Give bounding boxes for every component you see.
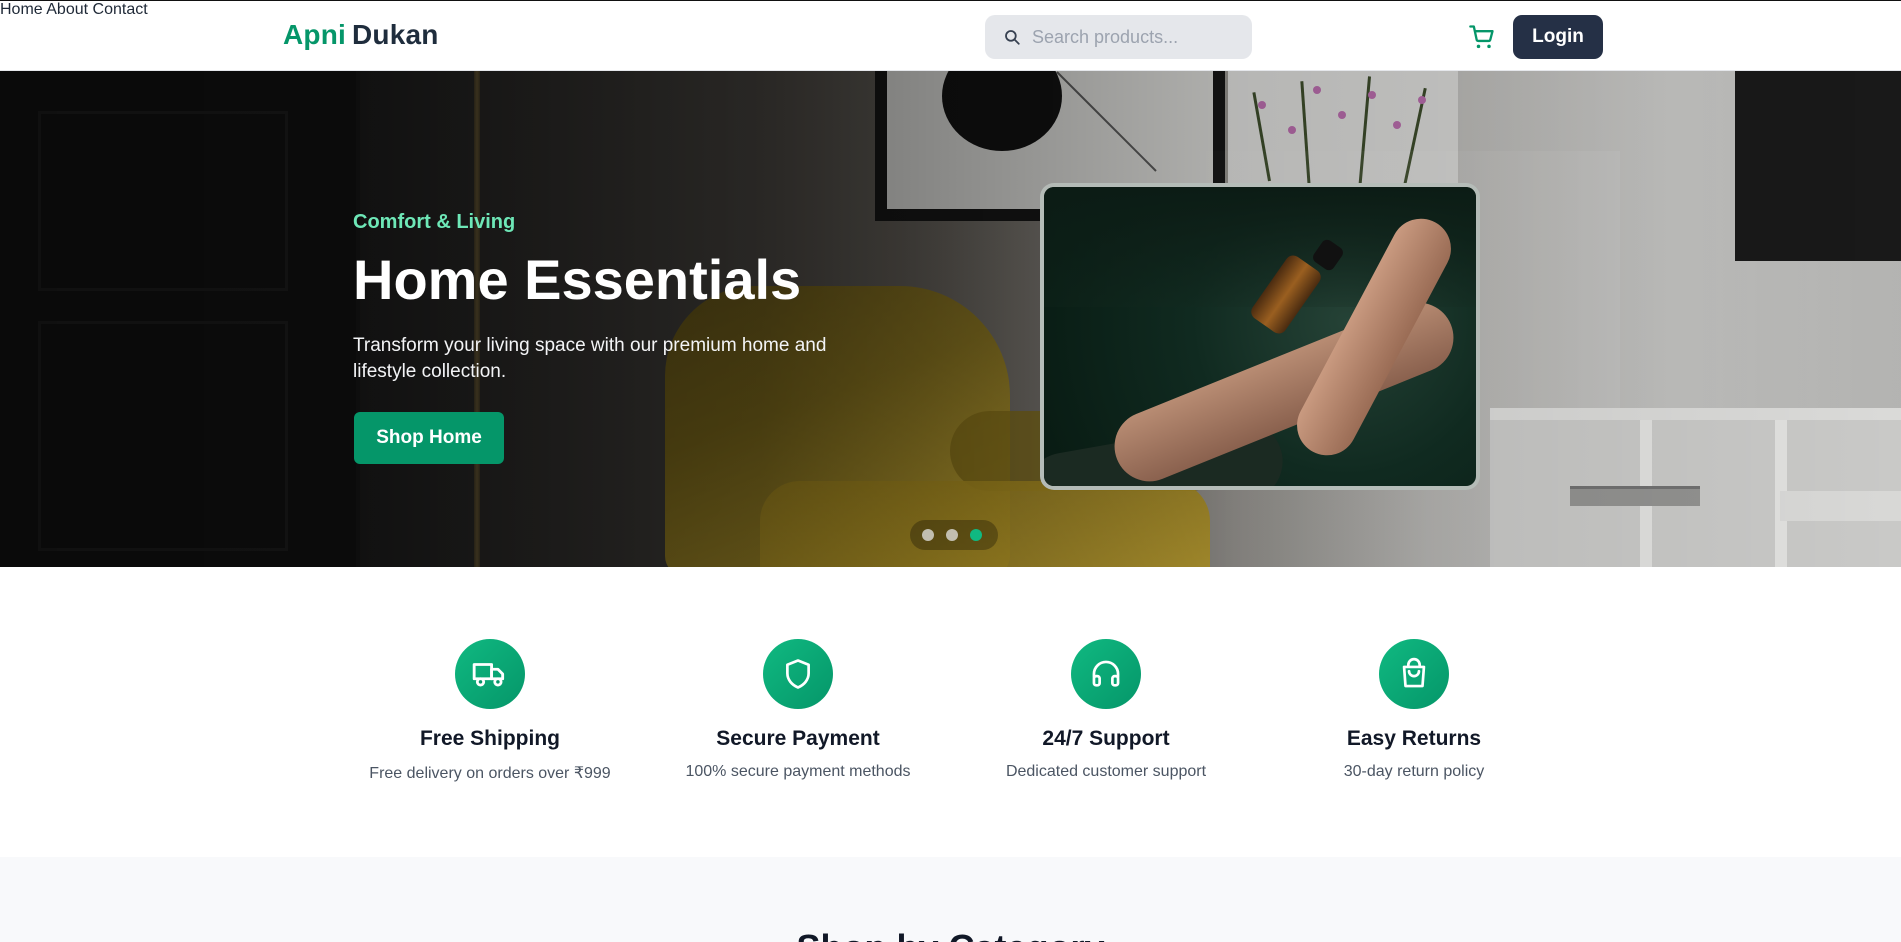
cart-icon <box>1469 25 1494 49</box>
login-button[interactable]: Login <box>1513 15 1603 59</box>
feature-title: Free Shipping <box>419 727 560 750</box>
feature-icon-circle <box>763 639 833 709</box>
feature-easy-returns: Easy Returns 30-day return policy <box>1284 639 1544 781</box>
search-icon <box>1005 30 1020 45</box>
nav-home[interactable]: Home <box>0 1 43 18</box>
shop-home-button[interactable]: Shop Home <box>354 412 504 464</box>
feature-title: 24/7 Support <box>1042 727 1170 750</box>
feature-description: Free delivery on orders over ₹999 <box>369 765 611 782</box>
feature-description: Dedicated customer support <box>1005 763 1207 780</box>
feature-description: 100% secure payment methods <box>685 763 911 780</box>
logo[interactable]: Apni Dukan <box>283 19 439 51</box>
categories-section: Shop by Category <box>0 857 1901 942</box>
logo-part-dukan: Dukan <box>352 19 439 50</box>
hero-carousel: Comfort & Living Home Essentials Transfo… <box>0 71 1901 567</box>
nav-about[interactable]: About <box>46 1 88 18</box>
feature-title: Secure Payment <box>716 727 880 750</box>
truck-icon <box>472 663 505 687</box>
carousel-dot-2[interactable] <box>946 529 958 541</box>
feature-title: Easy Returns <box>1346 727 1482 750</box>
search-box[interactable] <box>985 15 1252 59</box>
feature-support: 24/7 Support Dedicated customer support <box>976 639 1236 781</box>
hero-kicker: Comfort & Living <box>353 211 516 233</box>
site-header: ApniDukan Home About Contact Login <box>0 0 1901 71</box>
feature-description: 30-day return policy <box>1343 763 1485 780</box>
logo-part-apni: Apni <box>283 19 347 50</box>
main-nav: Home About Contact <box>0 1 1901 19</box>
carousel-dot-3[interactable] <box>970 529 982 541</box>
feature-icon-circle <box>455 639 525 709</box>
categories-title: Shop by Category <box>0 927 1901 942</box>
search-input[interactable] <box>1032 15 1242 59</box>
feature-icon-circle <box>1379 639 1449 709</box>
hero-title: Home Essentials <box>353 248 802 311</box>
carousel-indicators <box>910 520 998 550</box>
cart-button[interactable] <box>1468 23 1496 51</box>
hero-description: Transform your living space with our pre… <box>353 335 827 382</box>
hero-product-image <box>1040 183 1480 490</box>
feature-icon-circle <box>1071 639 1141 709</box>
feature-free-shipping: Free Shipping Free delivery on orders ov… <box>360 639 620 783</box>
shopping-bag-icon <box>1402 657 1426 688</box>
headphones-icon <box>1092 660 1120 687</box>
feature-secure-payment: Secure Payment 100% secure payment metho… <box>668 639 928 781</box>
carousel-dot-1[interactable] <box>922 529 934 541</box>
features-section: Free Shipping Free delivery on orders ov… <box>0 567 1901 857</box>
nav-contact[interactable]: Contact <box>93 1 148 18</box>
shield-icon <box>786 659 810 689</box>
